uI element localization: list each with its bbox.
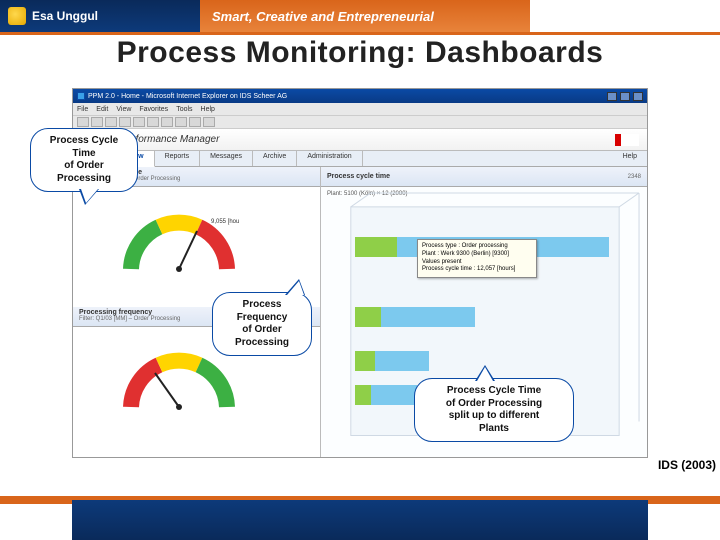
divider-top	[0, 32, 720, 35]
page-title: Process Monitoring: Dashboards	[0, 36, 720, 70]
gauge-cycle: 9,055 [hours]	[119, 213, 239, 277]
tab-help[interactable]: Help	[613, 151, 647, 166]
logo-icon	[8, 7, 26, 25]
bar-row-3	[355, 351, 429, 371]
gauge-freq	[119, 351, 239, 415]
tooltip-l1: Process type : Order processing	[422, 243, 532, 251]
tooltip-l2: Plant : Werk 9300 (Berlin) [9300]	[422, 251, 532, 259]
gauge-cycle-value: 9,055 [hours]	[211, 219, 239, 225]
footer	[0, 486, 720, 540]
footer-navy-block	[72, 500, 648, 540]
vendor-logo	[615, 134, 639, 146]
menu-view[interactable]: View	[116, 106, 131, 113]
brand-tagline: Smart, Creative and Entrepreneurial	[200, 0, 530, 32]
menu-file[interactable]: File	[77, 106, 88, 113]
bar-row-2	[355, 307, 475, 327]
minimize-button[interactable]	[607, 92, 617, 101]
tooltip-l3: Values present	[422, 259, 532, 267]
gauge-cycle-area: 9,055 [hours]	[73, 187, 320, 307]
tab-messages[interactable]: Messages	[200, 151, 253, 166]
close-button[interactable]	[633, 92, 643, 101]
menubar: File Edit View Favorites Tools Help	[73, 103, 647, 115]
panel-count-right: 2348	[628, 174, 641, 180]
menu-favorites[interactable]: Favorites	[139, 106, 168, 113]
ie-toolbar	[73, 115, 647, 129]
bar-seg-green	[355, 237, 397, 257]
back-button[interactable]	[77, 117, 89, 127]
bar-row-4	[355, 385, 417, 405]
tooltip-l4: Process cycle time : 12,057 [hours]	[422, 266, 532, 274]
source-citation: IDS (2003)	[658, 458, 716, 472]
callout-plants-text: Process Cycle Time of Order Processing s…	[446, 385, 542, 434]
tab-administration[interactable]: Administration	[297, 151, 362, 166]
ie-icon	[77, 92, 85, 100]
print-button[interactable]	[203, 117, 215, 127]
panel-title-right: Process cycle time	[327, 173, 390, 180]
brand-header: Esa Unggul Smart, Creative and Entrepren…	[0, 0, 720, 32]
home-button[interactable]	[133, 117, 145, 127]
callout-plants: Process Cycle Time of Order Processing s…	[414, 378, 574, 442]
refresh-button[interactable]	[119, 117, 131, 127]
stop-button[interactable]	[105, 117, 117, 127]
app-header: Process Performance Manager	[73, 129, 647, 151]
window-titlebar: PPM 2.0 - Home - Microsoft Internet Expl…	[73, 89, 647, 103]
app-tabs: Management View Reports Messages Archive…	[73, 151, 647, 167]
brand-name: Esa Unggul	[32, 9, 98, 23]
forward-button[interactable]	[91, 117, 103, 127]
menu-tools[interactable]: Tools	[176, 106, 192, 113]
favorites-button[interactable]	[161, 117, 173, 127]
search-button[interactable]	[147, 117, 159, 127]
tab-reports[interactable]: Reports	[155, 151, 201, 166]
mail-button[interactable]	[189, 117, 201, 127]
history-button[interactable]	[175, 117, 187, 127]
callout-cycle-time: Process Cycle Time of Order Processing	[30, 128, 138, 192]
callout-frequency: Process Frequency of Order Processing	[212, 292, 312, 356]
window-title: PPM 2.0 - Home - Microsoft Internet Expl…	[88, 93, 287, 100]
chart-tooltip: Process type : Order processing Plant : …	[417, 239, 537, 278]
tab-archive[interactable]: Archive	[253, 151, 297, 166]
maximize-button[interactable]	[620, 92, 630, 101]
callout-cycle-time-text: Process Cycle Time of Order Processing	[50, 135, 118, 184]
panel-header-right: Process cycle time 2348	[321, 167, 647, 187]
brand-block: Esa Unggul	[0, 0, 200, 32]
callout-frequency-text: Process Frequency of Order Processing	[235, 299, 289, 348]
menu-help[interactable]: Help	[201, 106, 215, 113]
menu-edit[interactable]: Edit	[96, 106, 108, 113]
